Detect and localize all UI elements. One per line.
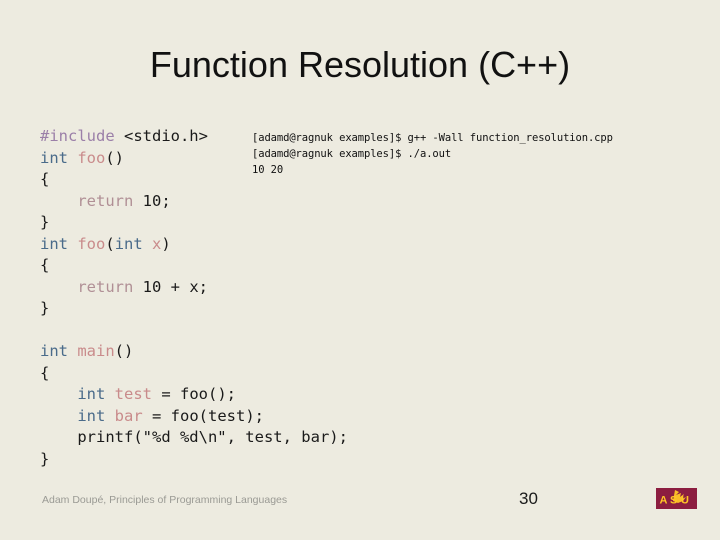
code-token-kw: int (114, 234, 143, 253)
code-line: return 10; (40, 191, 348, 213)
slide-footer: Adam Doupé, Principles of Programming La… (0, 484, 720, 540)
code-token-plain: { (40, 170, 50, 188)
terminal-line: [adamd@ragnuk examples]$ ./a.out (252, 148, 452, 160)
code-token-pre: #include (40, 127, 115, 145)
code-token-kw: int (77, 406, 106, 425)
code-line: int test = foo(); (40, 384, 348, 406)
code-token-plain: } (40, 299, 50, 317)
terminal-line: [adamd@ragnuk examples]$ g++ -Wall funct… (252, 132, 613, 144)
terminal-line: 10 20 (252, 164, 284, 176)
code-token-kw: int (77, 385, 106, 403)
slide: Function Resolution (C++) #include <stdi… (0, 0, 720, 540)
code-token-plain: = foo(test); (142, 406, 264, 425)
code-token-kw: int (40, 148, 68, 167)
code-token-plain: () (114, 342, 134, 360)
terminal-output-block: [adamd@ragnuk examples]$ g++ -Wall funct… (252, 130, 613, 178)
page-number: 30 (519, 489, 538, 508)
code-token-var: bar (114, 406, 143, 425)
footer-credit: Adam Doupé, Principles of Programming La… (42, 494, 288, 506)
code-line: return 10 + x; (40, 277, 348, 299)
code-line: int main() (40, 341, 348, 363)
code-token-fn: foo (77, 148, 106, 167)
code-token-plain: } (40, 449, 50, 468)
code-token-fn: foo (77, 234, 106, 253)
asu-logo: A S U (656, 488, 697, 509)
code-line: { (40, 363, 348, 385)
code-line: { (40, 255, 348, 277)
code-line: } (40, 212, 348, 234)
code-token-ret: return (77, 191, 134, 210)
svg-text:S: S (670, 495, 677, 507)
slide-content: #include <stdio.h> int foo(){ return 10;}… (0, 126, 720, 468)
code-line: } (40, 449, 348, 471)
code-token-plain: <stdio.h> (114, 127, 208, 145)
code-line: } (40, 298, 348, 320)
code-token-plain: { (40, 363, 50, 382)
code-line: int foo(int x) (40, 234, 348, 256)
code-line: printf("%d %d\n", test, bar); (40, 427, 348, 449)
code-token-plain: = foo(); (152, 385, 236, 403)
page-title: Function Resolution (C++) (149, 44, 571, 85)
code-token-plain: printf("%d %d\n", test, bar); (40, 428, 348, 446)
code-token-plain: () (105, 148, 125, 167)
code-token-plain: } (40, 213, 50, 231)
asu-logo-mark: A S U (656, 488, 697, 509)
code-token-plain: { (40, 256, 50, 274)
code-token-kw: int (40, 234, 68, 253)
code-token-ret: return (77, 277, 134, 296)
code-line: int bar = foo(test); (40, 406, 348, 428)
code-token-plain: ) (161, 234, 171, 253)
svg-text:U: U (681, 495, 689, 507)
code-token-plain: 10 + x; (133, 277, 208, 296)
code-token-fn: main (77, 342, 115, 360)
code-token-plain: ( (105, 234, 115, 253)
svg-text:A: A (660, 495, 668, 507)
code-token-var: x (152, 234, 162, 253)
code-token-plain: 10; (133, 191, 171, 210)
code-token-var: test (114, 385, 152, 403)
code-token-kw: int (40, 342, 68, 360)
